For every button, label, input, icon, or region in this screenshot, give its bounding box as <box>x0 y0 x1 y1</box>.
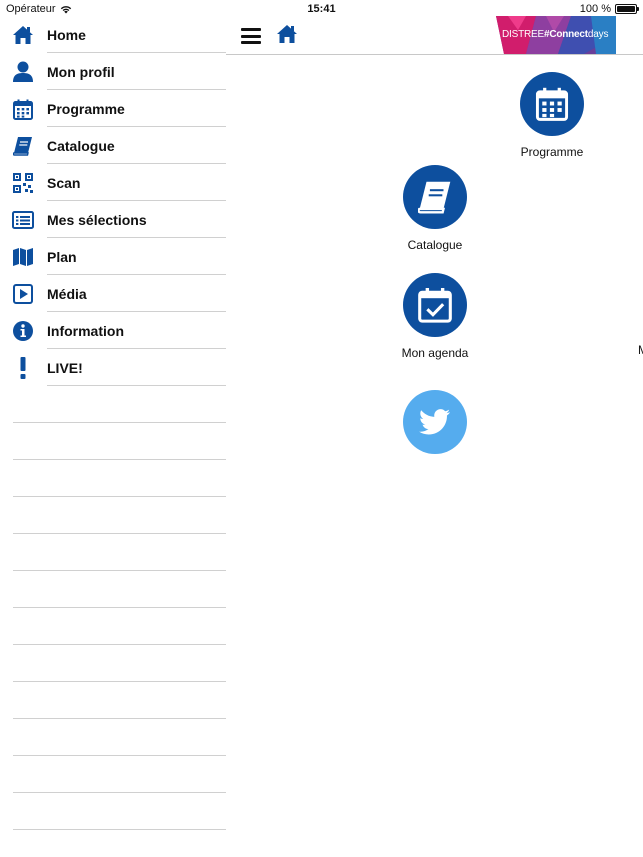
sidebar-item-label: Information <box>47 323 124 339</box>
empty-row <box>0 497 226 534</box>
logo-prefix: DISTREE <box>502 29 544 40</box>
calendar-check-icon <box>403 273 467 337</box>
list-icon <box>12 209 34 231</box>
empty-row <box>0 645 226 682</box>
sidebar-item-label: Plan <box>47 249 77 265</box>
sidebar-item-plan[interactable]: Plan <box>0 238 226 275</box>
sidebar-item-selections[interactable]: Mes sélections <box>0 201 226 238</box>
clock: 15:41 <box>307 3 336 15</box>
sidebar-item-label: Programme <box>47 101 125 117</box>
sidebar-item-label: Mon profil <box>47 64 115 80</box>
empty-row <box>0 719 226 756</box>
calendar-icon <box>520 72 584 136</box>
map-icon <box>12 246 34 268</box>
tile-label: Catalogue <box>407 238 463 252</box>
empty-row <box>0 756 226 793</box>
tile-cutoff-label[interactable]: M <box>638 343 643 357</box>
sidebar-item-label: Catalogue <box>47 138 115 154</box>
sidebar-menu: Home Mon profil Programme Catalogue Scan <box>0 16 226 857</box>
sidebar-item-profile[interactable]: Mon profil <box>0 53 226 90</box>
empty-row <box>0 571 226 608</box>
twitter-icon <box>403 390 467 454</box>
book-icon <box>403 165 467 229</box>
hamburger-menu-icon[interactable] <box>241 28 261 44</box>
play-icon <box>12 283 34 305</box>
logo-hashtag: #Connect <box>543 29 588 40</box>
calendar-icon <box>12 98 34 120</box>
event-logo: DISTREE#Connectdays <box>496 16 616 54</box>
home-icon <box>12 24 34 46</box>
divider <box>13 829 226 830</box>
sidebar-item-information[interactable]: Information <box>0 312 226 349</box>
top-bar: DISTREE#Connectdays <box>226 16 643 55</box>
tile-programme[interactable]: Programme <box>510 72 594 159</box>
empty-row <box>0 608 226 645</box>
user-icon <box>12 61 34 83</box>
sidebar-item-media[interactable]: Média <box>0 275 226 312</box>
sidebar-item-live[interactable]: LIVE! <box>0 349 226 386</box>
battery-status: 100 % <box>579 3 639 15</box>
battery-label: 100 % <box>579 3 611 15</box>
exclamation-icon <box>12 357 34 379</box>
sidebar-item-scan[interactable]: Scan <box>0 164 226 201</box>
tile-label: Programme <box>520 145 584 159</box>
tile-catalogue[interactable]: Catalogue <box>393 165 477 252</box>
sidebar-item-home[interactable]: Home <box>0 16 226 53</box>
tile-mon-agenda[interactable]: Mon agenda <box>385 273 485 360</box>
tile-label: Mon agenda <box>401 346 469 360</box>
empty-row <box>0 534 226 571</box>
empty-row <box>0 460 226 497</box>
empty-row <box>0 793 226 830</box>
empty-row <box>0 386 226 423</box>
sidebar-item-label: Home <box>47 27 86 43</box>
sidebar-item-label: LIVE! <box>47 360 83 376</box>
home-icon[interactable] <box>276 24 298 46</box>
sidebar-item-catalogue[interactable]: Catalogue <box>0 127 226 164</box>
sidebar-item-label: Mes sélections <box>47 212 147 228</box>
tile-twitter[interactable] <box>393 390 477 454</box>
sidebar-item-programme[interactable]: Programme <box>0 90 226 127</box>
empty-row <box>0 682 226 719</box>
logo-suffix: days <box>587 29 609 40</box>
qr-code-icon <box>12 172 34 194</box>
sidebar-item-label: Scan <box>47 175 81 191</box>
book-icon <box>12 135 34 157</box>
info-icon <box>12 320 34 342</box>
sidebar-item-label: Média <box>47 286 87 302</box>
battery-icon <box>615 4 639 14</box>
empty-row <box>0 423 226 460</box>
logo-text: DISTREE#Connectdays <box>502 29 608 40</box>
